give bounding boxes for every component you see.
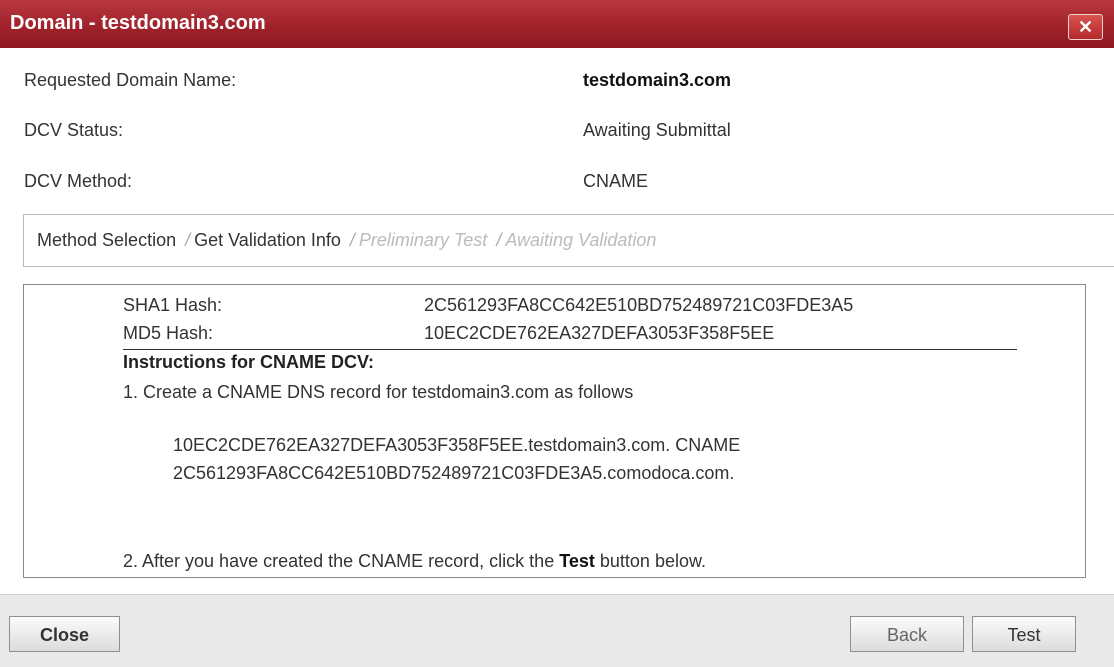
close-button[interactable]: Close [9,616,120,652]
instruction-step-2-suffix: button below. [594,551,706,571]
sha1-hash-label: SHA1 Hash: [123,295,223,315]
cname-record-line-1: 10EC2CDE762EA327DEFA3053F358F5EE.testdom… [173,435,741,455]
cname-record-line-2: 2C561293FA8CC642E510BD752489721C03FDE3A5… [173,463,735,483]
back-button[interactable]: Back [850,616,964,652]
requested-domain-value: testdomain3.com [583,70,732,90]
domain-dialog: Domain - testdomain3.com ✕ Requested Dom… [0,0,1114,667]
step-separator: / [349,230,355,250]
step-separator: / [185,230,191,250]
dialog-footer: Close Back Test [0,594,1114,667]
dcv-status-value: Awaiting Submittal [583,120,731,140]
instruction-step-1: 1. Create a CNAME DNS record for testdom… [123,382,634,402]
dcv-method-value: CNAME [583,171,649,191]
step-awaiting-validation: Awaiting Validation [505,230,657,250]
requested-domain-label: Requested Domain Name: [24,70,237,90]
hash-divider [123,349,1017,350]
step-get-validation-info: Get Validation Info [194,230,341,250]
instructions-title: Instructions for CNAME DCV: [123,352,375,372]
step-separator: / [496,230,502,250]
instruction-step-2-prefix: 2. After you have created the CNAME reco… [123,551,560,571]
step-breadcrumb: Method Selection / Get Validation Info / P… [23,214,1114,267]
sha1-hash-value: 2C561293FA8CC642E510BD752489721C03FDE3A5 [424,295,854,315]
md5-hash-label: MD5 Hash: [123,323,214,343]
instruction-step-2-test-word: Test [559,551,595,571]
window-title: Domain - testdomain3.com [10,12,266,34]
validation-info-panel: SHA1 Hash: 2C561293FA8CC642E510BD7524897… [23,284,1086,578]
dcv-method-label: DCV Method: [24,171,133,191]
title-bar[interactable]: Domain - testdomain3.com ✕ [0,0,1114,48]
close-icon[interactable]: ✕ [1068,14,1103,40]
step-preliminary-test: Preliminary Test [358,230,488,250]
dcv-status-label: DCV Status: [24,120,124,140]
test-button[interactable]: Test [972,616,1076,652]
md5-hash-value: 10EC2CDE762EA327DEFA3053F358F5EE [424,323,775,343]
step-method-selection: Method Selection [37,230,177,250]
instruction-step-2: 2. After you have created the CNAME reco… [123,551,706,572]
